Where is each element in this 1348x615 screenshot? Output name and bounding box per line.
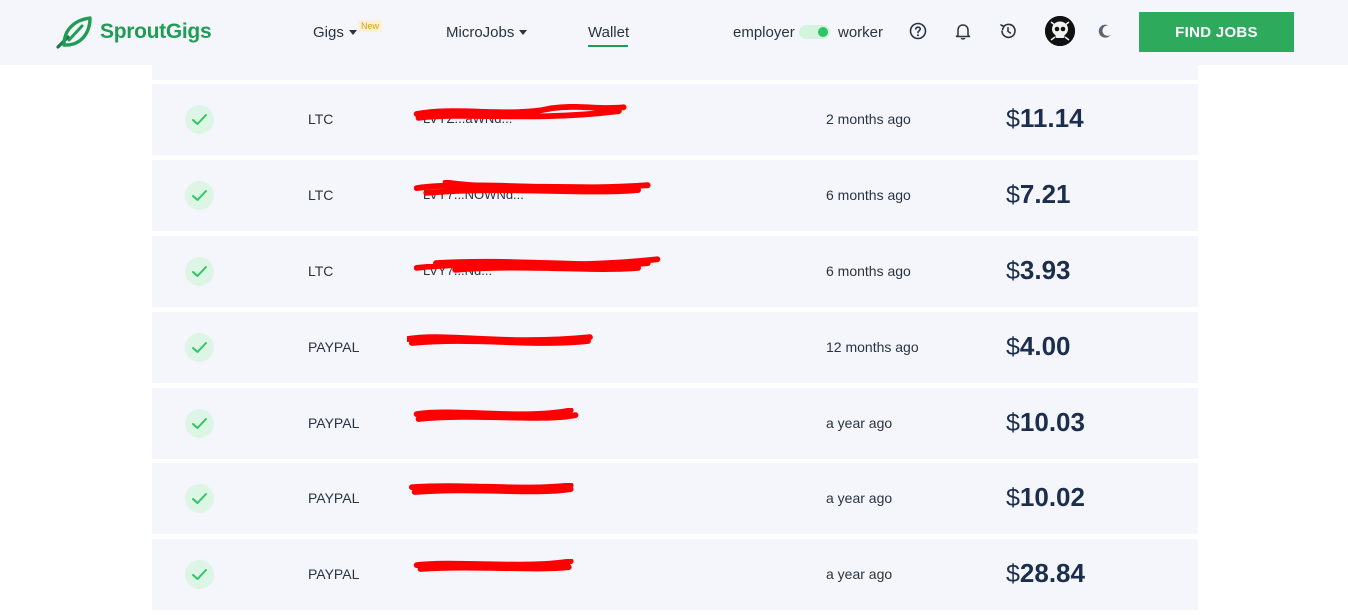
check-icon xyxy=(192,493,207,504)
redaction-scribble xyxy=(413,104,627,121)
payment-method: PAYPAL xyxy=(308,415,360,431)
transaction-amount: $4.00 xyxy=(1006,331,1071,362)
nav-wallet-label: Wallet xyxy=(588,24,630,41)
amount-value: 4.00 xyxy=(1019,331,1071,361)
redaction-scribble xyxy=(413,408,579,422)
amount-value: 10.02 xyxy=(1019,482,1085,512)
transaction-row: LTC LVYZ...aWNd... 2 months ago $11.14 xyxy=(152,84,1198,155)
transaction-time: a year ago xyxy=(826,490,893,506)
amount-value: 3.93 xyxy=(1019,255,1071,285)
payment-method: LTC xyxy=(308,263,334,279)
history-icon[interactable] xyxy=(998,21,1018,41)
redaction-scribble xyxy=(413,180,651,196)
nav-wallet[interactable]: Wallet xyxy=(588,24,630,47)
nav-microjobs-label: MicroJobs xyxy=(446,24,515,41)
transaction-row: PAYPAL 12 months ago $4.00 xyxy=(152,312,1198,383)
bell-icon[interactable] xyxy=(953,21,973,41)
currency-symbol: $ xyxy=(1006,560,1020,588)
amount-value: 28.84 xyxy=(1019,558,1085,588)
active-tab-indicator xyxy=(588,45,628,47)
currency-symbol: $ xyxy=(1006,105,1020,133)
sproutgigs-logo[interactable]: SproutGigs xyxy=(54,14,212,50)
amount-value: 11.14 xyxy=(1019,103,1084,133)
status-check-badge xyxy=(185,409,214,438)
currency-symbol: $ xyxy=(1006,333,1020,361)
employer-worker-toggle[interactable] xyxy=(799,25,830,39)
redaction-scribble xyxy=(407,334,593,346)
payment-method: PAYPAL xyxy=(308,566,360,582)
transaction-row: LTC LVY7...NOWNd... 6 months ago $7.21 xyxy=(152,160,1198,231)
nav-microjobs[interactable]: MicroJobs xyxy=(446,24,528,41)
employer-label: employer xyxy=(733,24,795,41)
status-check-badge xyxy=(185,257,214,286)
currency-symbol: $ xyxy=(1006,181,1020,209)
transaction-row: PAYPAL a year ago $10.03 xyxy=(152,388,1198,459)
currency-symbol: $ xyxy=(1006,257,1020,285)
toggle-knob xyxy=(818,27,828,37)
transaction-time: a year ago xyxy=(826,415,893,431)
status-check-badge xyxy=(185,105,214,134)
avatar[interactable] xyxy=(1045,16,1075,46)
transaction-time: 2 months ago xyxy=(826,111,911,127)
payment-method: LTC xyxy=(308,111,334,127)
check-icon xyxy=(192,190,207,201)
check-icon xyxy=(192,418,207,429)
new-badge: New xyxy=(358,20,383,32)
status-check-badge xyxy=(185,181,214,210)
transaction-time: 6 months ago xyxy=(826,263,911,279)
payment-method: LTC xyxy=(308,187,334,203)
currency-symbol: $ xyxy=(1006,409,1020,437)
redaction-scribble xyxy=(413,559,574,572)
payment-method: PAYPAL xyxy=(308,490,360,506)
redaction-scribble xyxy=(408,483,574,495)
transaction-time: 6 months ago xyxy=(826,187,911,203)
status-check-badge xyxy=(185,560,214,589)
nav-gigs[interactable]: Gigs New xyxy=(313,20,383,41)
nav-gigs-label: Gigs xyxy=(313,24,344,41)
amount-value: 10.03 xyxy=(1019,407,1085,437)
worker-label: worker xyxy=(838,24,884,41)
status-check-badge xyxy=(185,484,214,513)
check-icon xyxy=(192,266,207,277)
help-icon[interactable] xyxy=(908,21,928,41)
check-icon xyxy=(192,342,207,353)
transaction-amount: $3.93 xyxy=(1006,255,1071,286)
skull-avatar-icon xyxy=(1045,16,1075,46)
transaction-amount: $28.84 xyxy=(1006,558,1085,589)
redaction-scribble xyxy=(413,256,661,273)
logo-text: SproutGigs xyxy=(100,20,212,43)
moon-icon[interactable] xyxy=(1095,21,1115,41)
transaction-amount: $10.02 xyxy=(1006,482,1085,513)
top-navbar: SproutGigs Gigs New MicroJobs Wallet emp… xyxy=(0,0,1348,65)
leaf-logo-icon xyxy=(56,16,92,49)
transaction-row: LTC LVY7...Nd... 6 months ago $3.93 xyxy=(152,236,1198,307)
transaction-row: PAYPAL a year ago $10.02 xyxy=(152,463,1198,534)
check-icon xyxy=(192,114,207,125)
chevron-down-icon xyxy=(519,30,528,35)
transaction-amount: $10.03 xyxy=(1006,407,1085,438)
transaction-amount: $11.14 xyxy=(1006,103,1084,134)
transaction-time: 12 months ago xyxy=(826,339,919,355)
find-jobs-button[interactable]: FIND JOBS xyxy=(1139,12,1294,52)
list-item-partial xyxy=(152,65,1198,80)
status-check-badge xyxy=(185,333,214,362)
payment-method: PAYPAL xyxy=(308,339,360,355)
transaction-amount: $7.21 xyxy=(1006,179,1071,210)
transaction-row: PAYPAL a year ago $28.84 xyxy=(152,539,1198,610)
chevron-down-icon xyxy=(348,30,357,35)
amount-value: 7.21 xyxy=(1019,179,1071,209)
transaction-time: a year ago xyxy=(826,566,893,582)
check-icon xyxy=(192,569,207,580)
currency-symbol: $ xyxy=(1006,484,1020,512)
